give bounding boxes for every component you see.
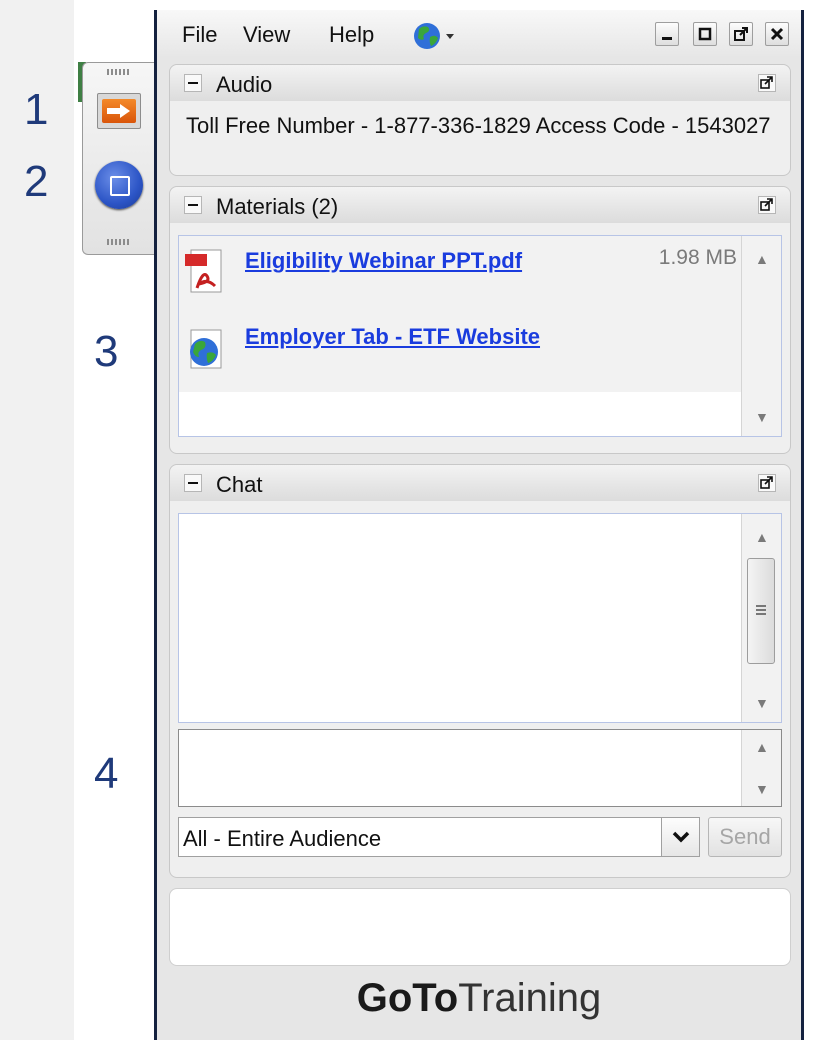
audio-dial-in-info: Toll Free Number - 1-877-336-1829 Access… (186, 113, 771, 138)
language-globe-dropdown[interactable] (413, 21, 454, 51)
chat-log-scrollbar[interactable]: ▲ ▼ (741, 514, 781, 722)
grip-icon (756, 605, 766, 617)
materials-list: Eligibility Webinar PPT.pdf 1.98 MB Empl… (178, 235, 782, 437)
materials-collapse-button[interactable] (184, 196, 202, 214)
chevron-down-icon (672, 831, 690, 843)
maximize-button[interactable] (693, 22, 717, 46)
materials-panel-title: Materials (2) (216, 194, 339, 219)
show-hide-panel-button[interactable] (97, 93, 141, 129)
drag-grip-bottom[interactable] (107, 239, 131, 245)
marker-1: 1 (24, 85, 49, 134)
scroll-down-arrow-icon[interactable]: ▼ (755, 782, 769, 796)
menu-file[interactable]: File (182, 22, 217, 48)
menu-help[interactable]: Help (329, 22, 374, 48)
materials-panel: Materials (2) Eligibility Webinar PPT.pd… (169, 186, 791, 454)
chat-panel: Chat ▲ ▼ ▲ ▼ All - Entire Audience Send (169, 464, 791, 878)
audio-panel-title: Audio (216, 72, 273, 97)
scroll-up-arrow-icon[interactable]: ▲ (755, 740, 769, 754)
pdf-icon (185, 248, 225, 294)
chat-input-scrollbar[interactable]: ▲ ▼ (741, 730, 781, 806)
chat-collapse-button[interactable] (184, 474, 202, 492)
materials-panel-header: Materials (2) (170, 187, 790, 223)
popout-icon (734, 27, 748, 41)
globe-icon (414, 23, 454, 49)
chat-panel-header: Chat (170, 465, 790, 501)
chat-popout-button[interactable] (758, 474, 776, 492)
marker-4: 4 (94, 749, 119, 798)
gototraining-logo: GoToTraining (157, 968, 801, 1040)
audio-popout-button[interactable] (758, 74, 776, 92)
audience-dropdown[interactable]: All - Entire Audience (178, 817, 700, 857)
close-button[interactable] (765, 22, 789, 46)
drag-grip-top[interactable] (107, 69, 131, 75)
marker-2: 2 (24, 157, 49, 206)
brand-light: Training (458, 976, 602, 1020)
audience-selected-value: All - Entire Audience (183, 826, 382, 851)
web-link-globe-icon (185, 326, 225, 372)
status-area (169, 888, 791, 966)
scroll-up-arrow-icon[interactable]: ▲ (755, 530, 769, 544)
popout-icon (760, 76, 773, 89)
audio-panel: Audio Toll Free Number - 1-877-336-1829 … (169, 64, 791, 176)
gototraining-control-panel-window: File View Help Audio Toll Free Number - … (154, 10, 804, 1040)
material-link-website[interactable]: Employer Tab - ETF Website (245, 324, 540, 350)
screen-view-button[interactable] (95, 161, 143, 209)
popout-window-button[interactable] (729, 22, 753, 46)
dropdown-button[interactable] (661, 818, 699, 856)
orange-arrow-icon (102, 99, 136, 123)
menu-view[interactable]: View (243, 22, 290, 48)
materials-popout-button[interactable] (758, 196, 776, 214)
chat-log: ▲ ▼ (178, 513, 782, 723)
send-button[interactable]: Send (708, 817, 782, 857)
blue-square-icon (110, 176, 130, 196)
menu-bar: File View Help (157, 10, 801, 58)
list-item[interactable]: Eligibility Webinar PPT.pdf 1.98 MB (179, 236, 741, 314)
background-strip (0, 0, 74, 1040)
chat-panel-title: Chat (216, 472, 263, 497)
scroll-down-arrow-icon[interactable]: ▼ (755, 696, 769, 710)
audio-panel-header: Audio (170, 65, 790, 101)
marker-3: 3 (94, 327, 119, 376)
scroll-down-arrow-icon[interactable]: ▼ (755, 410, 769, 424)
audio-collapse-button[interactable] (184, 74, 202, 92)
brand-bold: GoTo (356, 976, 459, 1020)
control-panel (82, 62, 154, 255)
materials-scrollbar[interactable]: ▲ ▼ (741, 236, 781, 436)
scroll-thumb[interactable] (747, 558, 775, 664)
minimize-button[interactable] (655, 22, 679, 46)
minimize-icon (662, 37, 672, 40)
chat-message-input[interactable]: ▲ ▼ (178, 729, 782, 807)
list-item[interactable]: Employer Tab - ETF Website (179, 314, 741, 392)
scroll-up-arrow-icon[interactable]: ▲ (755, 252, 769, 266)
close-icon (770, 27, 784, 41)
maximize-icon (698, 27, 712, 41)
popout-icon (760, 198, 773, 211)
material-link-pdf[interactable]: Eligibility Webinar PPT.pdf (245, 248, 522, 274)
material-file-size: 1.98 MB (658, 246, 737, 269)
popout-icon (760, 476, 773, 489)
